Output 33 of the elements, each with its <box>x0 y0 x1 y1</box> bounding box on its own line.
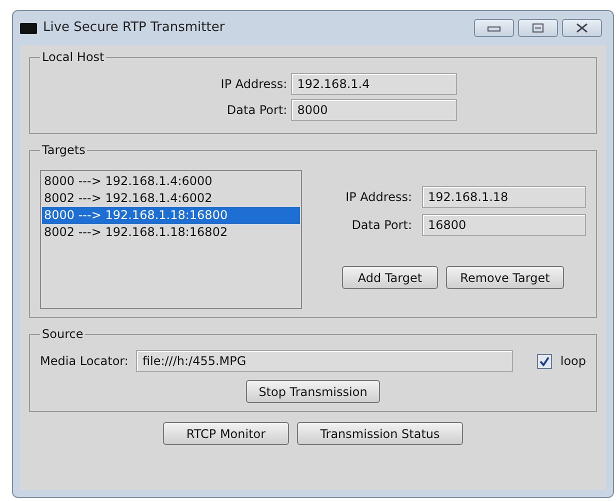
app-icon <box>20 22 37 34</box>
maximize-icon <box>532 23 544 33</box>
window-title: Live Secure RTP Transmitter <box>43 19 225 38</box>
list-item[interactable]: 8002 ---> 192.168.1.4:6002 <box>42 190 300 207</box>
media-locator-field[interactable]: file:///h:/455.MPG <box>136 350 514 372</box>
maximize-button[interactable] <box>518 19 558 37</box>
minimize-icon <box>487 24 501 32</box>
check-icon <box>539 356 550 366</box>
field-label: Data Port: <box>350 217 412 234</box>
minimize-button[interactable] <box>474 19 514 37</box>
field-label: IP Address: <box>220 76 288 93</box>
group-title: Local Host <box>41 51 106 63</box>
transmission-status-button[interactable]: Transmission Status <box>297 422 463 445</box>
remove-target-button[interactable]: Remove Target <box>446 266 564 289</box>
add-target-button[interactable]: Add Target <box>342 266 438 289</box>
field-label: Data Port: <box>226 102 288 119</box>
stop-transmission-button[interactable]: Stop Transmission <box>246 380 380 403</box>
ip-address-field[interactable]: 192.168.1.4 <box>291 73 458 95</box>
rtcp-monitor-button[interactable]: RTCP Monitor <box>163 422 289 445</box>
close-button[interactable] <box>562 19 602 37</box>
field-label: Media Locator: <box>40 353 128 370</box>
list-item[interactable]: 8000 ---> 192.168.1.4:6000 <box>42 173 300 190</box>
checkbox-label: loop <box>560 353 586 370</box>
field-label: IP Address: <box>344 189 412 206</box>
ip-address-field[interactable]: 192.168.1.18 <box>422 186 586 208</box>
list-item[interactable]: 8002 ---> 192.168.1.18:16802 <box>42 224 300 241</box>
data-port-field[interactable]: 8000 <box>291 99 458 121</box>
list-item[interactable]: 8000 ---> 192.168.1.18:16800 <box>42 207 300 224</box>
close-icon <box>576 23 588 33</box>
group-title: Targets <box>41 144 86 156</box>
group-title: Source <box>41 328 84 340</box>
loop-checkbox[interactable] <box>537 354 552 368</box>
data-port-field[interactable]: 16800 <box>422 214 586 236</box>
